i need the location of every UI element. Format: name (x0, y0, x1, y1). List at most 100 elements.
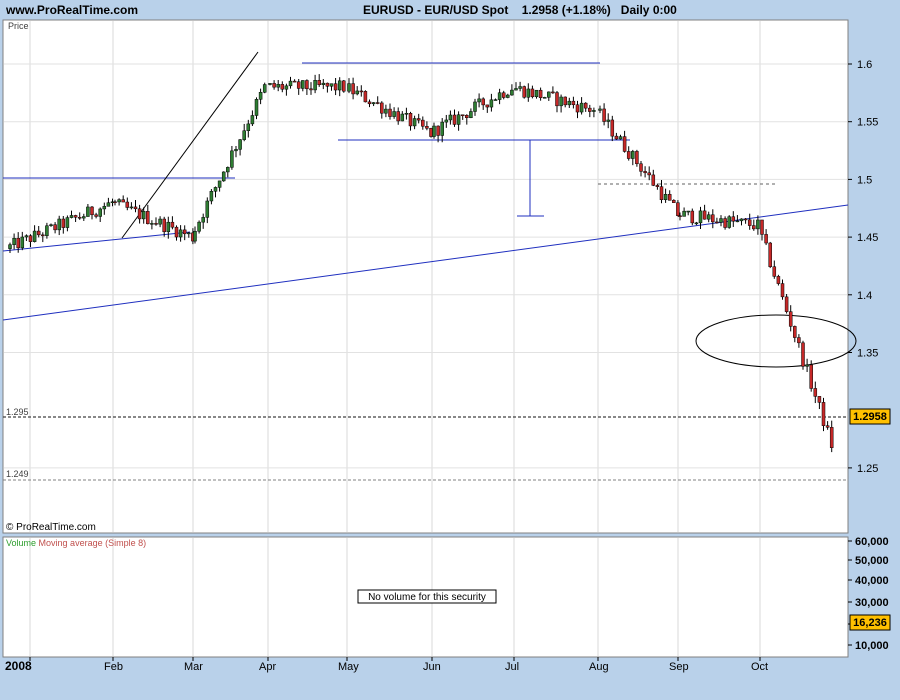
candle-body (106, 202, 111, 207)
candle-body (485, 104, 490, 108)
candle-body (262, 84, 267, 93)
candle-body (404, 112, 409, 115)
candle-body (288, 80, 293, 87)
y-tick-label: 1.35 (857, 348, 878, 360)
candle-body (743, 218, 748, 221)
x-tick-label: Jul (505, 661, 519, 673)
candle-body (150, 223, 154, 225)
candle-body (735, 220, 740, 223)
candle-body (408, 112, 413, 127)
candle-body (719, 218, 723, 223)
candle-body (221, 171, 226, 182)
volume-tick-label: 50,000 (855, 555, 889, 567)
candle-body (272, 83, 276, 88)
candle-body (371, 102, 376, 105)
candle-body (102, 206, 107, 210)
candle-body (651, 174, 656, 186)
volume-legend: Volume Moving average (Simple 8) (6, 538, 146, 548)
candle-body (141, 211, 146, 220)
candle-body (598, 108, 602, 111)
candle-body (412, 118, 417, 127)
candle-body (460, 114, 465, 117)
x-tick-label: Sep (669, 661, 689, 673)
candle-body (776, 276, 781, 284)
candle-body (663, 194, 668, 200)
candle-body (137, 208, 142, 220)
candle-body (125, 201, 130, 208)
x-tick-label: 2008 (5, 659, 32, 673)
candle-body (16, 237, 20, 249)
candle-body (797, 337, 801, 344)
candle-body (49, 224, 53, 227)
candle-body (280, 84, 285, 90)
candle-body (555, 92, 559, 107)
candle-body (174, 226, 179, 238)
candle-body (739, 218, 744, 222)
candle-body (36, 230, 41, 236)
candle-body (686, 210, 690, 213)
volume-badge: 16,236 (853, 617, 887, 629)
copyright: © ProRealTime.com (6, 522, 96, 533)
chart-canvas[interactable]: Price 1.295 1.249 © ProRealTime.com 1.6 1… (0, 0, 900, 700)
candle-body (429, 128, 433, 137)
candle-body (542, 97, 547, 99)
candle-body (501, 92, 506, 98)
candle-body (526, 88, 531, 98)
candle-body (452, 114, 457, 125)
candle-body (440, 121, 444, 136)
candle-body (764, 234, 768, 244)
candle-body (655, 185, 660, 187)
candle-body (166, 221, 171, 233)
candle-body (547, 91, 551, 98)
candle-body (8, 244, 12, 249)
candle-body (813, 388, 818, 397)
candle-body (793, 326, 797, 338)
volume-axis: 60,00050,00040,00030,00020,00010,000 (848, 536, 889, 652)
candle-body (817, 396, 822, 403)
candle-body (82, 216, 86, 219)
level-label-1249: 1.249 (6, 469, 29, 479)
candle-body (268, 83, 272, 85)
candle-body (538, 89, 543, 99)
candle-body (392, 111, 396, 117)
candle-body (86, 206, 90, 217)
volume-tick-label: 60,000 (855, 536, 889, 548)
candle-body (702, 210, 707, 220)
candle-body (296, 81, 301, 89)
candle-body (258, 92, 263, 100)
candle-body (57, 218, 61, 231)
candle-body (226, 167, 230, 173)
x-tick-label: Apr (259, 661, 276, 673)
candle-body (522, 86, 526, 98)
candle-body (784, 296, 789, 312)
no-volume-text: No volume for this security (368, 592, 486, 603)
candle-body (436, 125, 440, 136)
candle-body (469, 111, 473, 118)
x-tick-label: Jun (423, 661, 441, 673)
candle-body (639, 163, 643, 172)
candle-body (694, 222, 699, 225)
candle-body (635, 151, 639, 165)
candle-body (317, 80, 321, 85)
candle-body (41, 234, 45, 237)
candle-body (551, 91, 555, 94)
x-tick-label: Aug (589, 661, 609, 673)
candle-body (711, 214, 715, 223)
candle-body (559, 96, 563, 107)
candle-body (162, 218, 166, 233)
candle-body (182, 229, 187, 235)
candle-body (284, 85, 289, 90)
x-tick-label: May (338, 661, 359, 673)
candle-body (477, 98, 481, 103)
y-tick-label: 1.6 (857, 59, 872, 71)
candle-body (821, 402, 826, 426)
candle-body (73, 215, 78, 218)
candle-body (780, 283, 785, 298)
candle-body (53, 224, 57, 231)
candle-body (197, 221, 201, 232)
candle-body (788, 311, 793, 327)
candle-body (809, 364, 813, 389)
candle-body (672, 200, 676, 203)
candle-body (254, 99, 259, 116)
candle-body (678, 215, 682, 217)
